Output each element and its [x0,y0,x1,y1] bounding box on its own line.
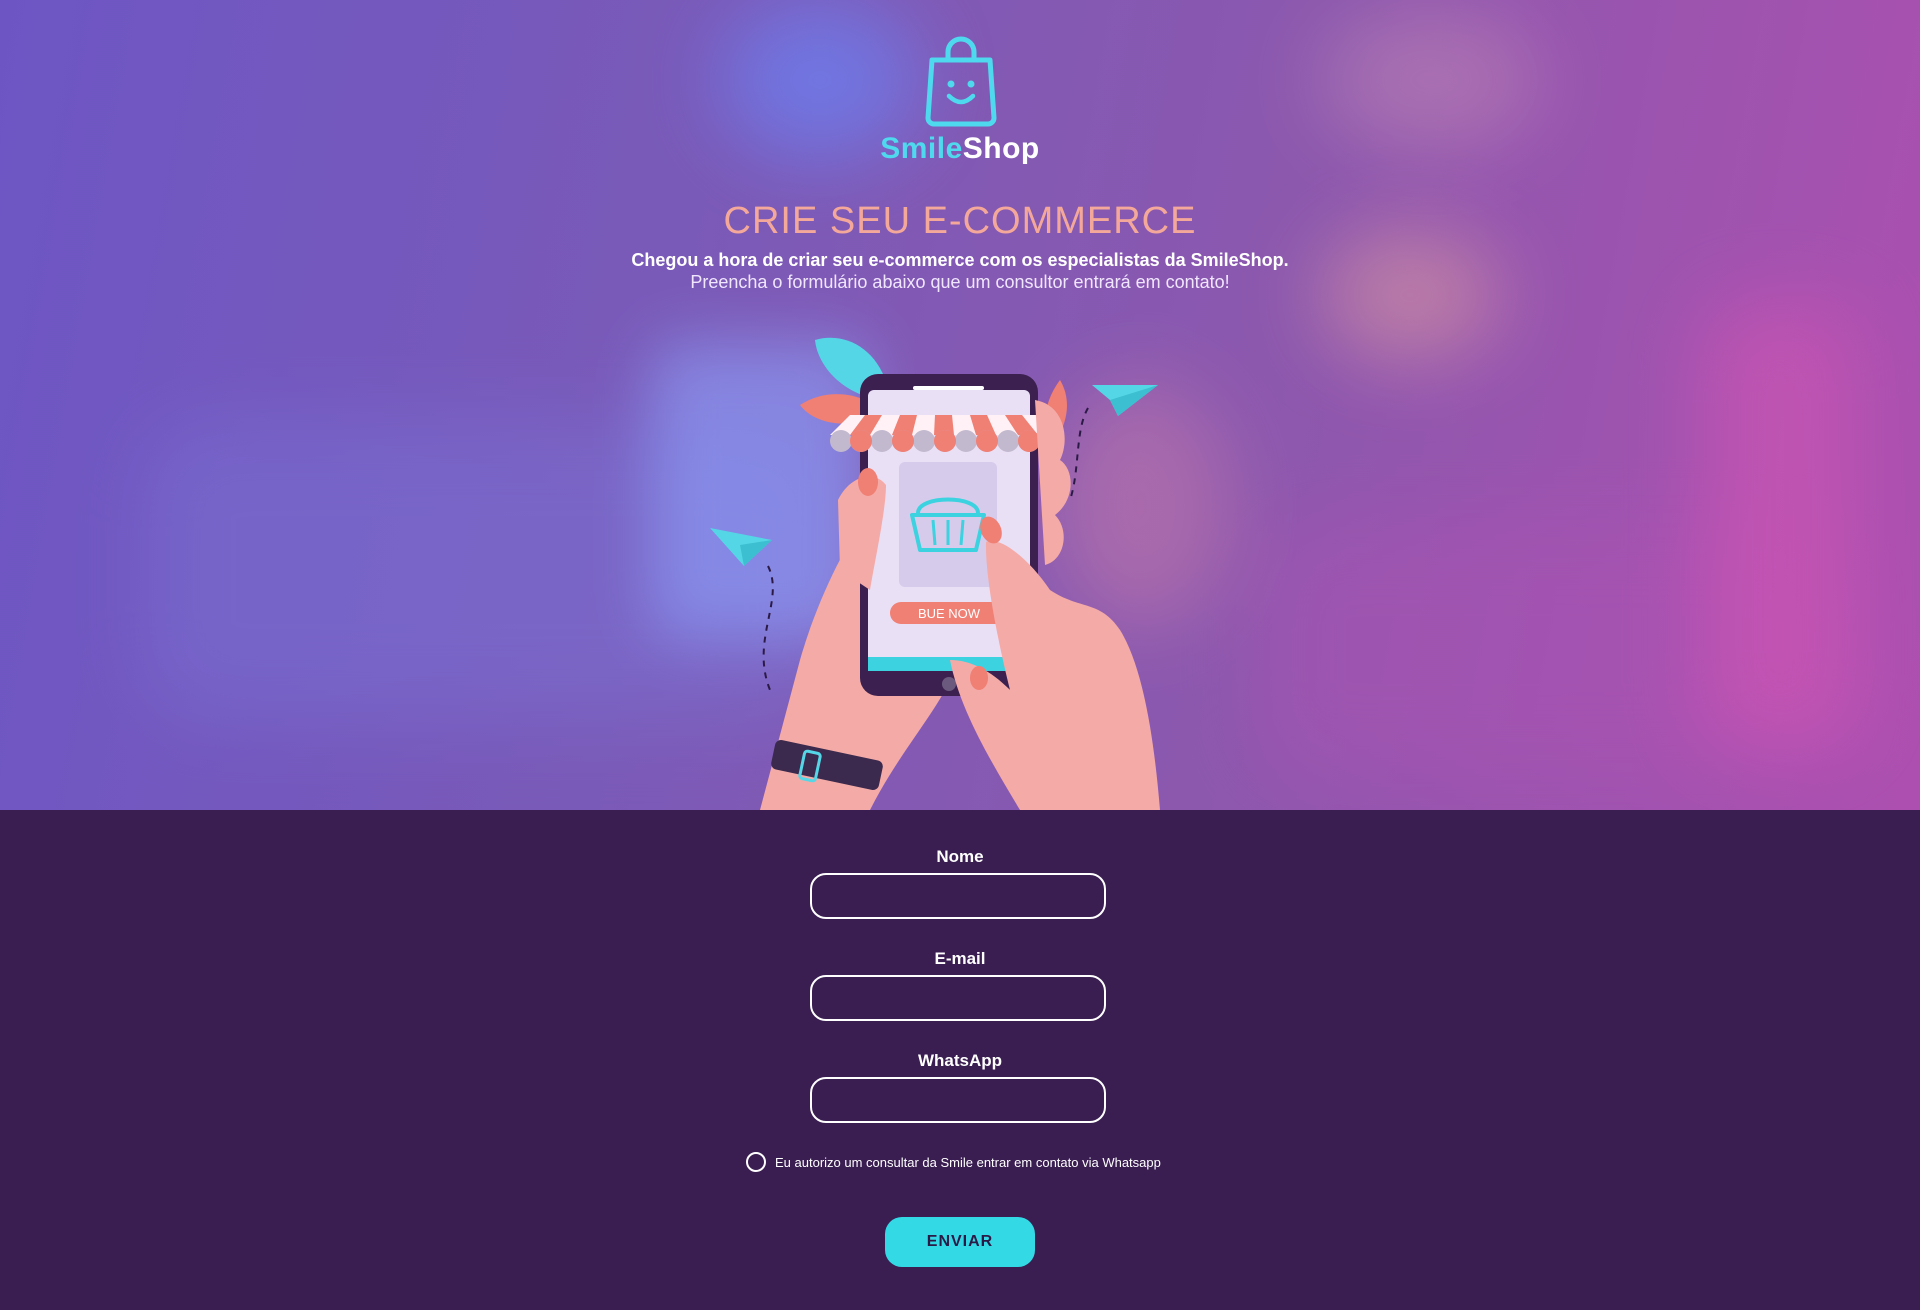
consent-label: Eu autorizo um consultar da Smile entrar… [775,1154,1161,1170]
whatsapp-input[interactable] [810,1077,1106,1123]
buy-now-label: BUE NOW [918,606,981,621]
hero-subtitle-bold: Chegou a hora de criar seu e-commerce co… [631,250,1289,270]
brand-name-shop: Shop [962,132,1040,165]
brand-name: SmileShop [0,132,1920,166]
consent-radio[interactable] [746,1152,766,1172]
submit-button[interactable]: ENVIAR [885,1217,1035,1267]
smiling-shopping-bag-icon [925,36,997,127]
name-input[interactable] [810,873,1106,919]
consent-option[interactable]: Eu autorizo um consultar da Smile entrar… [746,1152,1161,1172]
hero-subtitle: Preencha o formulário abaixo que um cons… [690,272,1230,292]
name-label: Nome [936,847,984,866]
email-input[interactable] [810,975,1106,1021]
background-blur [1700,300,1860,750]
email-label: E-mail [934,949,986,968]
background-blur [1320,10,1540,150]
brand-name-smile: Smile [880,132,963,165]
whatsapp-label: WhatsApp [917,1051,1003,1070]
contact-form: Nome E-mail WhatsApp Eu autorizo um cons… [0,810,1920,1310]
hero-section: SmileShop CRIE SEU E-COMMERCE Chegou a h… [0,0,1920,810]
phone-shopping-illustration: BUE NOW [710,337,1160,810]
page-headline: CRIE SEU E-COMMERCE [723,200,1197,242]
